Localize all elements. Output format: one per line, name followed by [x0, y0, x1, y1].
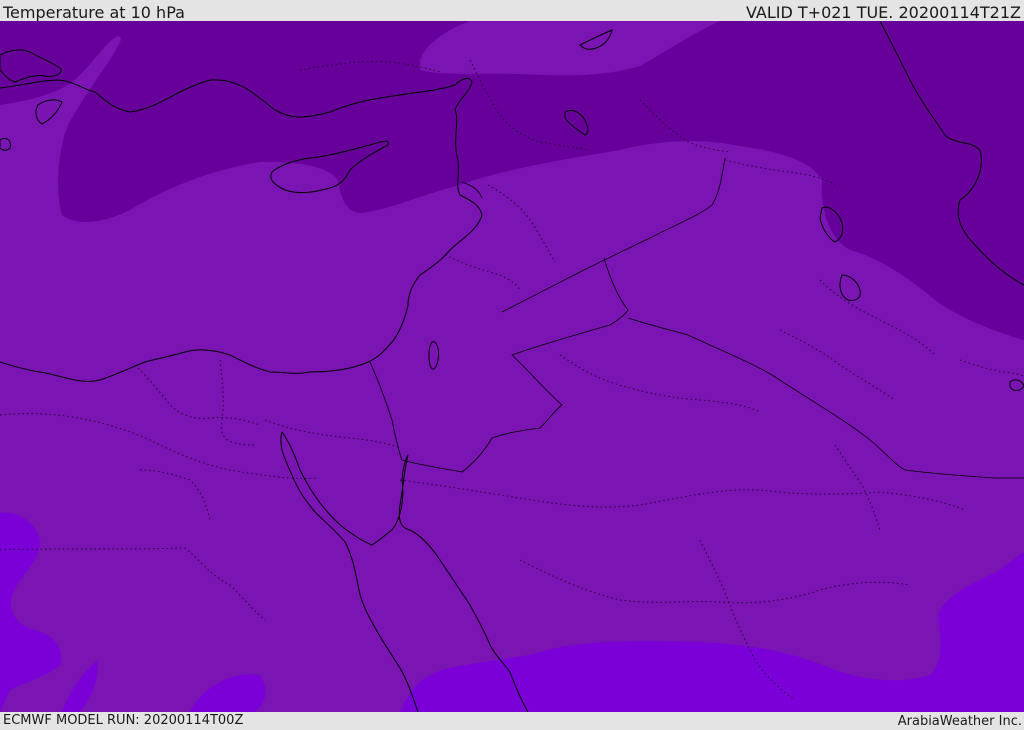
model-run-label: ECMWF MODEL RUN: 20200114T00Z: [3, 713, 244, 728]
map-header: Temperature at 10 hPa VALID T+021 TUE. 2…: [0, 0, 1024, 22]
valid-time-label: VALID T+021 TUE. 20200114T21Z: [745, 3, 1021, 22]
weather-map[interactable]: [0, 21, 1024, 712]
map-footer: ECMWF MODEL RUN: 20200114T00Z ArabiaWeat…: [0, 712, 1024, 729]
map-title: Temperature at 10 hPa: [3, 3, 185, 22]
credit-label: ArabiaWeather Inc.: [897, 714, 1022, 729]
